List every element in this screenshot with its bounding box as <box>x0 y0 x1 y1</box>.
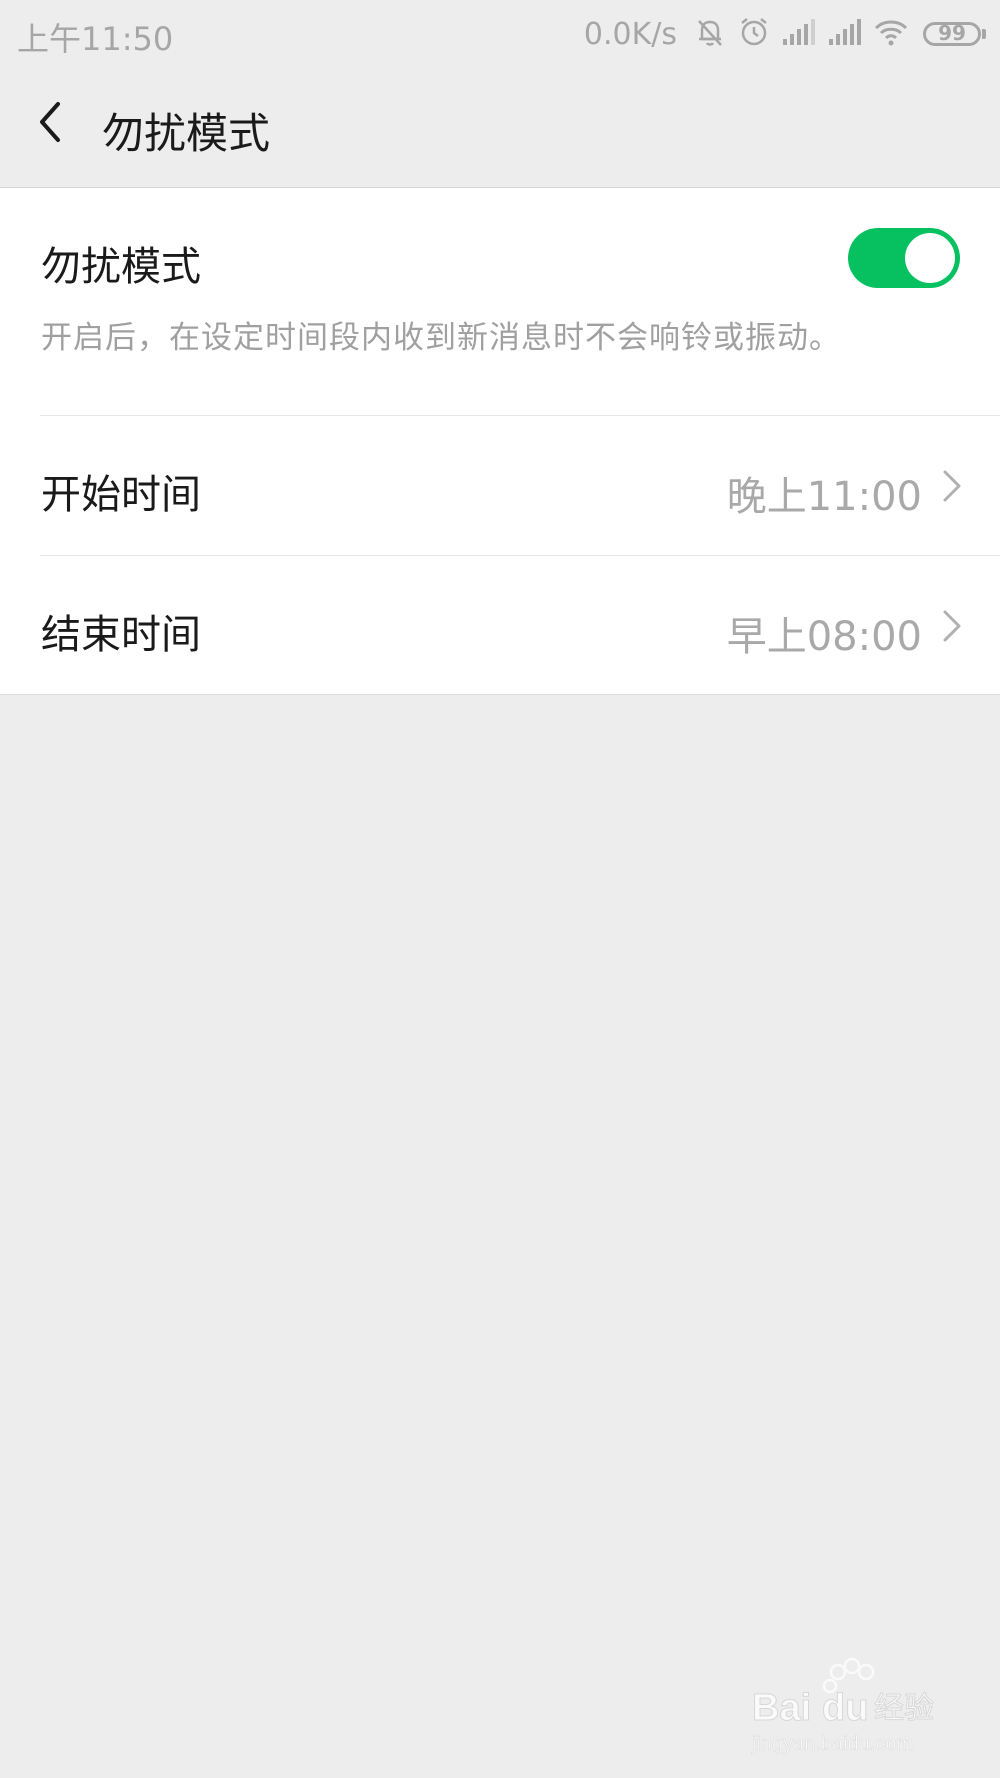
network-speed: 0.0K/s <box>583 16 677 52</box>
dnd-row: 勿扰模式 开启后，在设定时间段内收到新消息时不会响铃或振动。 <box>0 188 1000 415</box>
chevron-right-icon <box>943 610 961 642</box>
end-time-row[interactable]: 结束时间 早上08:00 <box>0 556 1000 694</box>
svg-text:du: du <box>822 1687 868 1729</box>
battery-icon: 99 <box>923 21 981 46</box>
dnd-label: 勿扰模式 <box>41 244 201 290</box>
baidu-jingyan-watermark: Bai du 经验 jingyan.baidu.com <box>750 1650 950 1760</box>
start-time-row[interactable]: 开始时间 晚上11:00 <box>0 416 1000 555</box>
status-icons: 0.0K/s 99 <box>584 14 986 54</box>
alarm-icon <box>737 15 771 53</box>
wifi-icon <box>873 17 909 51</box>
chevron-right-icon <box>943 470 961 502</box>
svg-text:jingyan.baidu.com: jingyan.baidu.com <box>751 1733 913 1755</box>
end-time-label: 结束时间 <box>41 612 201 658</box>
mute-icon <box>693 15 727 53</box>
page-title: 勿扰模式 <box>102 109 271 158</box>
settings-card: 勿扰模式 开启后，在设定时间段内收到新消息时不会响铃或振动。 开始时间 晚上11… <box>0 188 1000 695</box>
toggle-knob <box>905 233 955 283</box>
status-bar: 上午11:50 0.0K/s 99 <box>0 0 1000 70</box>
nav-bar: 勿扰模式 <box>0 70 1000 188</box>
dnd-description: 开启后，在设定时间段内收到新消息时不会响铃或振动。 <box>41 320 841 356</box>
dnd-toggle[interactable] <box>848 228 960 288</box>
signal-icon <box>827 17 863 51</box>
back-button[interactable] <box>22 92 82 152</box>
start-time-value: 晚上11:00 <box>726 474 922 520</box>
battery-tip <box>982 29 986 39</box>
start-time-label: 开始时间 <box>41 472 201 518</box>
battery-level: 99 <box>938 21 966 45</box>
end-time-value: 早上08:00 <box>726 614 922 660</box>
svg-text:Bai: Bai <box>752 1687 811 1729</box>
status-time: 上午11:50 <box>17 20 174 58</box>
svg-text:经验: 经验 <box>874 1691 934 1726</box>
back-arrow-icon <box>40 102 60 142</box>
signal-icon <box>781 17 817 51</box>
